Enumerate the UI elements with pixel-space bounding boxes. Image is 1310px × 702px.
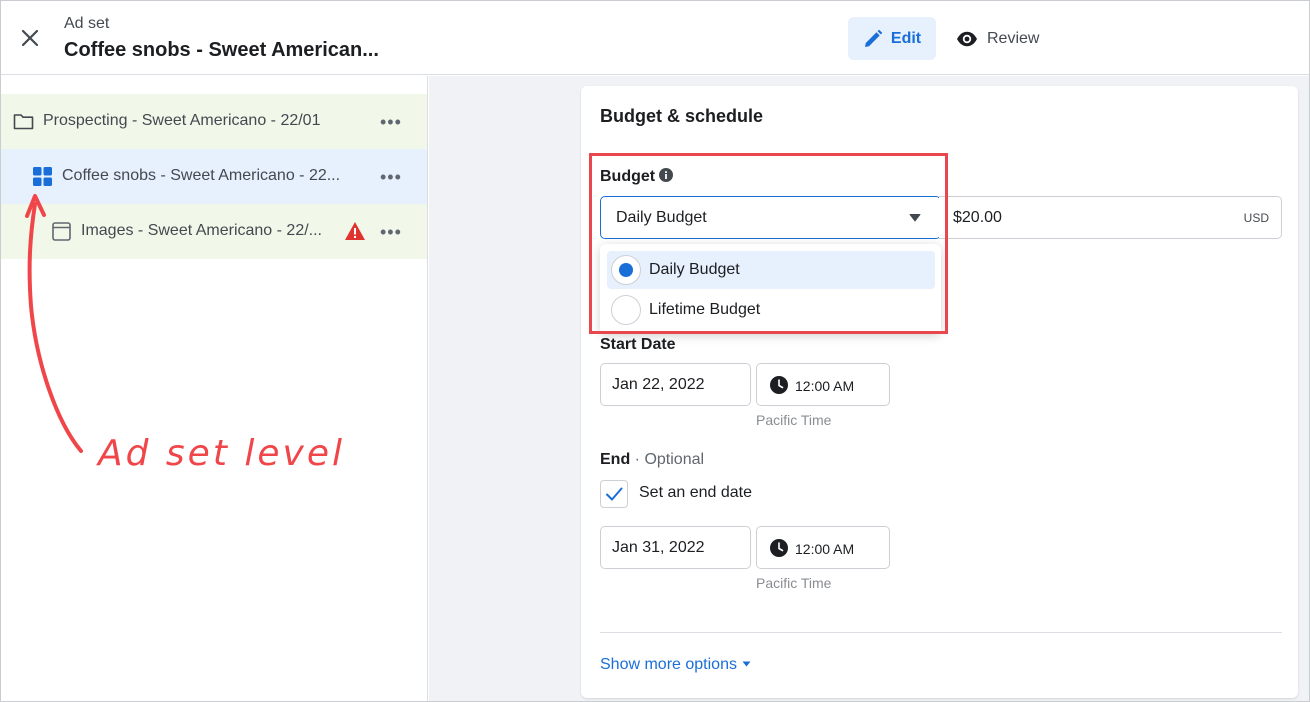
review-label: Review (987, 29, 1040, 47)
close-icon[interactable] (19, 27, 41, 49)
optional-label: · Optional (634, 451, 705, 468)
currency-label: USD (1243, 211, 1269, 225)
review-button[interactable]: Review (956, 17, 1039, 60)
edit-button[interactable]: Edit (848, 17, 936, 60)
tree-item-campaign[interactable]: Prospecting - Sweet Americano - 22/01 ••… (1, 94, 427, 149)
eye-icon (957, 31, 977, 46)
page-title: Coffee snobs - Sweet American... (64, 39, 379, 61)
grid-icon (33, 167, 52, 186)
header-subtitle: Ad set (64, 15, 110, 32)
tree-item-label: Images - Sweet Americano - 22/... (81, 222, 322, 239)
end-date-checkbox[interactable] (600, 480, 628, 508)
checkmark-icon (606, 487, 623, 501)
option-label: Daily Budget (649, 261, 740, 278)
end-date-value: Jan 31, 2022 (612, 539, 705, 556)
app-frame: Ad set Coffee snobs - Sweet American... … (0, 0, 1310, 702)
budget-amount-input[interactable]: $20.00 USD (939, 196, 1282, 239)
divider (600, 632, 1282, 633)
end-label-text: End (600, 451, 631, 468)
more-options-icon[interactable]: ••• (380, 112, 402, 133)
end-date-input[interactable]: Jan 31, 2022 (600, 526, 751, 569)
show-more-options-link[interactable]: Show more options (600, 656, 751, 674)
show-more-label: Show more options (600, 656, 737, 673)
option-daily-budget[interactable]: Daily Budget (607, 251, 935, 289)
folder-icon (13, 114, 34, 130)
start-timezone: Pacific Time (756, 412, 832, 428)
main-content: Budget & schedule Budget Daily Budget $2… (429, 76, 1309, 701)
close-button[interactable] (19, 27, 41, 49)
header: Ad set Coffee snobs - Sweet American... … (1, 1, 1309, 75)
tree-item-label: Prospecting - Sweet Americano - 22/01 (43, 112, 321, 129)
budget-type-dropdown: Daily Budget Lifetime Budget (600, 244, 941, 334)
start-date-value: Jan 22, 2022 (612, 376, 705, 393)
end-time-value: 12:00 AM (795, 541, 855, 557)
option-label: Lifetime Budget (649, 301, 761, 318)
budget-type-select[interactable]: Daily Budget (600, 196, 941, 239)
start-date-label: Start Date (600, 336, 676, 353)
caret-down-icon (909, 214, 921, 222)
start-time-input[interactable]: 12:00 AM (756, 363, 890, 406)
end-time-input[interactable]: 12:00 AM (756, 526, 890, 569)
budget-label-text: Budget (600, 168, 656, 185)
more-options-icon[interactable]: ••• (380, 222, 402, 243)
ad-icon (52, 222, 71, 241)
section-title: Budget & schedule (600, 106, 764, 126)
end-timezone: Pacific Time (756, 575, 832, 591)
tree-item-adset[interactable]: Coffee snobs - Sweet Americano - 22... •… (1, 149, 427, 204)
budget-amount-value: $20.00 (953, 209, 1002, 226)
end-label: End · Optional (600, 451, 704, 469)
campaign-tree-panel: Prospecting - Sweet Americano - 22/01 ••… (1, 76, 428, 701)
caret-down-icon (742, 661, 751, 667)
radio-unselected[interactable] (611, 295, 641, 325)
edit-label: Edit (890, 29, 922, 47)
budget-schedule-card: Budget & schedule Budget Daily Budget $2… (581, 86, 1298, 698)
budget-label: Budget (600, 168, 674, 186)
warning-icon[interactable] (344, 220, 366, 242)
option-lifetime-budget[interactable]: Lifetime Budget (607, 291, 935, 329)
more-options-icon[interactable]: ••• (380, 167, 402, 188)
clock-icon (770, 539, 788, 557)
info-icon[interactable] (659, 168, 674, 182)
pencil-icon (864, 29, 883, 47)
start-time-value: 12:00 AM (795, 378, 855, 394)
tree-item-ad[interactable]: Images - Sweet Americano - 22/... ••• (1, 204, 427, 259)
budget-type-value: Daily Budget (616, 209, 707, 226)
clock-icon (770, 376, 788, 394)
start-date-input[interactable]: Jan 22, 2022 (600, 363, 751, 406)
tree-item-label: Coffee snobs - Sweet Americano - 22... (62, 167, 341, 184)
radio-selected[interactable] (611, 255, 641, 285)
annotation-label: Ad set level (98, 433, 345, 474)
end-date-checkbox-label[interactable]: Set an end date (639, 484, 752, 502)
